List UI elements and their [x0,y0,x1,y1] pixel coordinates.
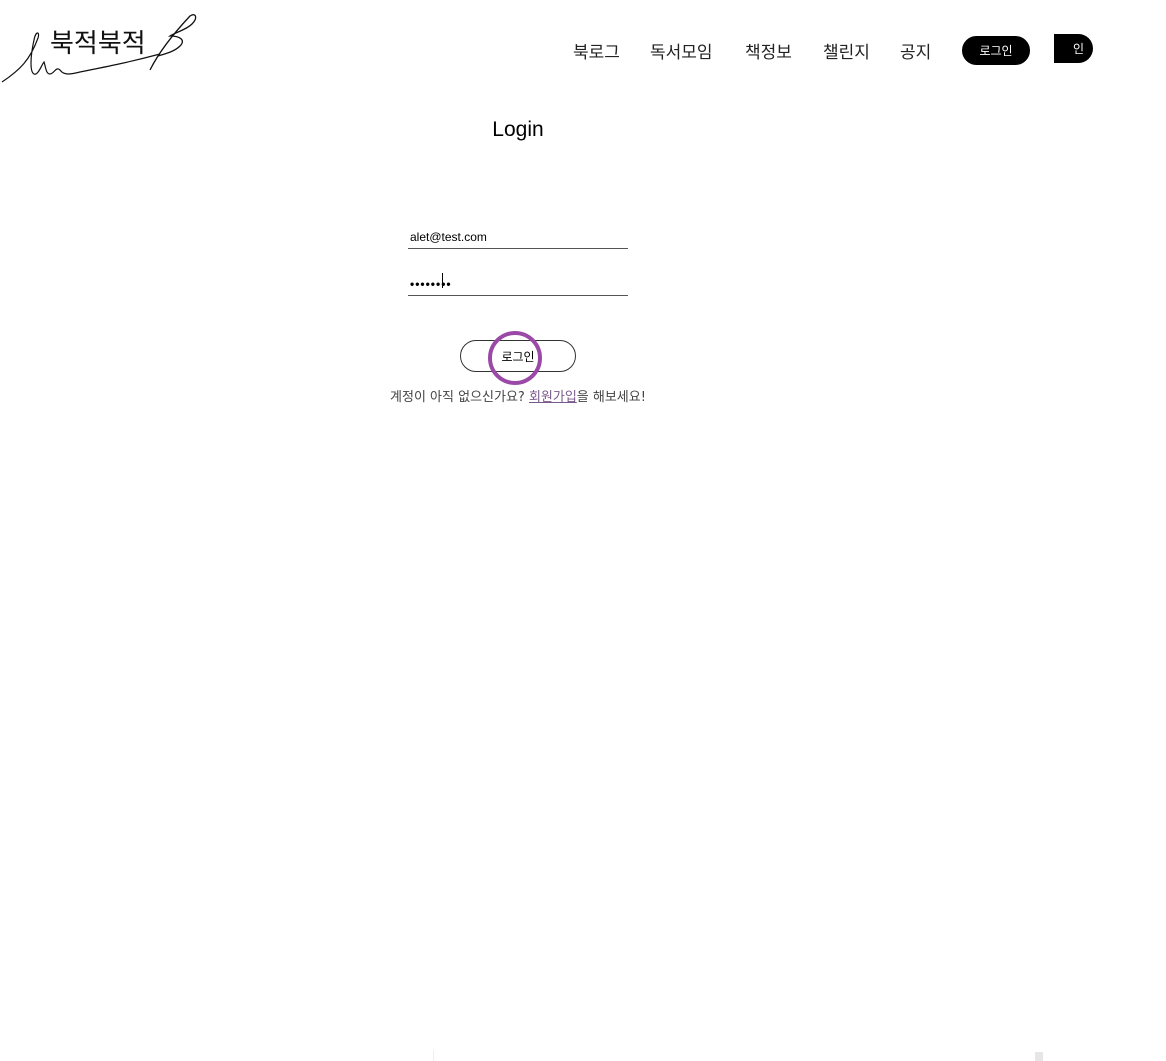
signup-prompt-after: 을 해보세요! [576,390,646,405]
header-login-button[interactable]: 로그인 [962,36,1030,65]
nav-challenge[interactable]: 챌린지 [823,38,870,63]
signup-prompt: 계정이 아직 없으신가요? 회원가입을 해보세요! [0,386,1036,405]
logo-signature-image: 북적북적 [1,14,197,83]
text-caret [442,273,443,288]
site-logo[interactable]: 북적북적 [0,10,200,86]
page-title: Login [492,118,544,141]
nav-reading-group[interactable]: 독서모임 [650,38,713,63]
signup-prompt-before: 계정이 아직 없으신가요? [390,390,529,405]
nav-book-info[interactable]: 책정보 [745,38,792,63]
password-field[interactable] [408,272,628,296]
email-field[interactable] [408,225,628,249]
header-partial-button[interactable]: 인 [1054,34,1093,63]
nav-notice[interactable]: 공지 [900,38,931,63]
signup-link[interactable]: 회원가입 [529,390,577,405]
scrollbar-corner [1035,1052,1043,1061]
logo-text: 북적북적 [50,29,146,59]
login-submit-button[interactable]: 로그인 [460,340,576,372]
nav-booklog[interactable]: 북로그 [573,38,620,63]
divider [433,1050,434,1061]
